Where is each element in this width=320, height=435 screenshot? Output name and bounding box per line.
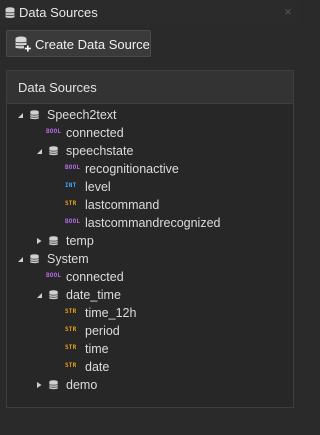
tree-item-label: speechstate [66,144,134,158]
tree-row-folder[interactable]: date_time [0,286,290,304]
tree-row-field[interactable]: BOOL recognitionactive [0,160,290,178]
database-icon [49,236,58,246]
expanded-arrow-icon[interactable] [35,291,43,299]
tree-item-label: level [85,180,111,194]
tree-row-field[interactable]: STR period [0,322,290,340]
tree-row-source[interactable]: System [0,250,290,268]
tree-item-label: connected [66,126,124,140]
tree-item-label: Speech2text [47,108,117,122]
expanded-arrow-icon[interactable] [16,111,24,119]
close-icon[interactable]: × [282,5,294,19]
panel-titlebar: Data Sources × [0,0,300,26]
type-badge-str-icon: STR [65,308,77,315]
tree-row-field[interactable]: STR time_12h [0,304,290,322]
tree-item-label: period [85,324,120,338]
tree-item-label: date [85,360,110,374]
create-data-source-label: Create Data Source [35,37,150,52]
panel-title: Data Sources [19,5,98,20]
database-icon [30,110,39,120]
collapsed-arrow-icon[interactable] [35,237,43,245]
tree-row-field[interactable]: STR lastcommand [0,196,290,214]
database-icon [30,254,39,264]
tree-row-folder[interactable]: speechstate [0,142,290,160]
expanded-arrow-icon[interactable] [35,147,43,155]
tree-item-label: lastcommandrecognized [85,216,221,230]
tree-row-field[interactable]: STR date [0,358,290,376]
data-sources-panel: Data Sources × Create Data Source Data S… [0,0,300,435]
collapsed-arrow-icon[interactable] [35,381,43,389]
tree-row-source[interactable]: Speech2text [0,106,290,124]
create-data-source-button[interactable]: Create Data Source [6,30,151,57]
type-badge-str-icon: STR [65,362,77,369]
type-badge-bool-icon: BOOL [65,218,81,225]
type-badge-str-icon: STR [65,200,77,207]
tree-row-field[interactable]: BOOL lastcommandrecognized [0,214,290,232]
tree-row-field[interactable]: BOOL connected [0,268,290,286]
database-icon [49,380,58,390]
type-badge-bool-icon: BOOL [65,164,81,171]
data-sources-header: Data Sources [7,71,293,104]
tree-row-folder[interactable]: demo [0,376,290,394]
database-icon [49,146,58,156]
type-badge-bool-icon: BOOL [46,128,62,135]
tree-item-label: connected [66,270,124,284]
database-icon [49,290,58,300]
tree-item-label: demo [66,378,98,392]
tree-item-label: lastcommand [85,198,160,212]
type-badge-bool-icon: BOOL [46,272,62,279]
type-badge-str-icon: STR [65,344,77,351]
type-badge-int-icon: INT [65,182,77,189]
tree-row-field[interactable]: STR time [0,340,290,358]
tree-row-field[interactable]: BOOL connected [0,124,290,142]
tree-item-label: date_time [66,288,121,302]
tree-row-field[interactable]: INT level [0,178,290,196]
data-sources-header-label: Data Sources [18,80,97,95]
type-badge-str-icon: STR [65,326,77,333]
tree-item-label: System [47,252,89,266]
tree-item-label: temp [66,234,94,248]
tree-item-label: time_12h [85,306,137,320]
database-icon [5,7,15,18]
expanded-arrow-icon[interactable] [16,255,24,263]
tree-row-folder[interactable]: temp [0,232,290,250]
database-add-icon [15,36,31,52]
tree-item-label: time [85,342,109,356]
tree-item-label: recognitionactive [85,162,179,176]
